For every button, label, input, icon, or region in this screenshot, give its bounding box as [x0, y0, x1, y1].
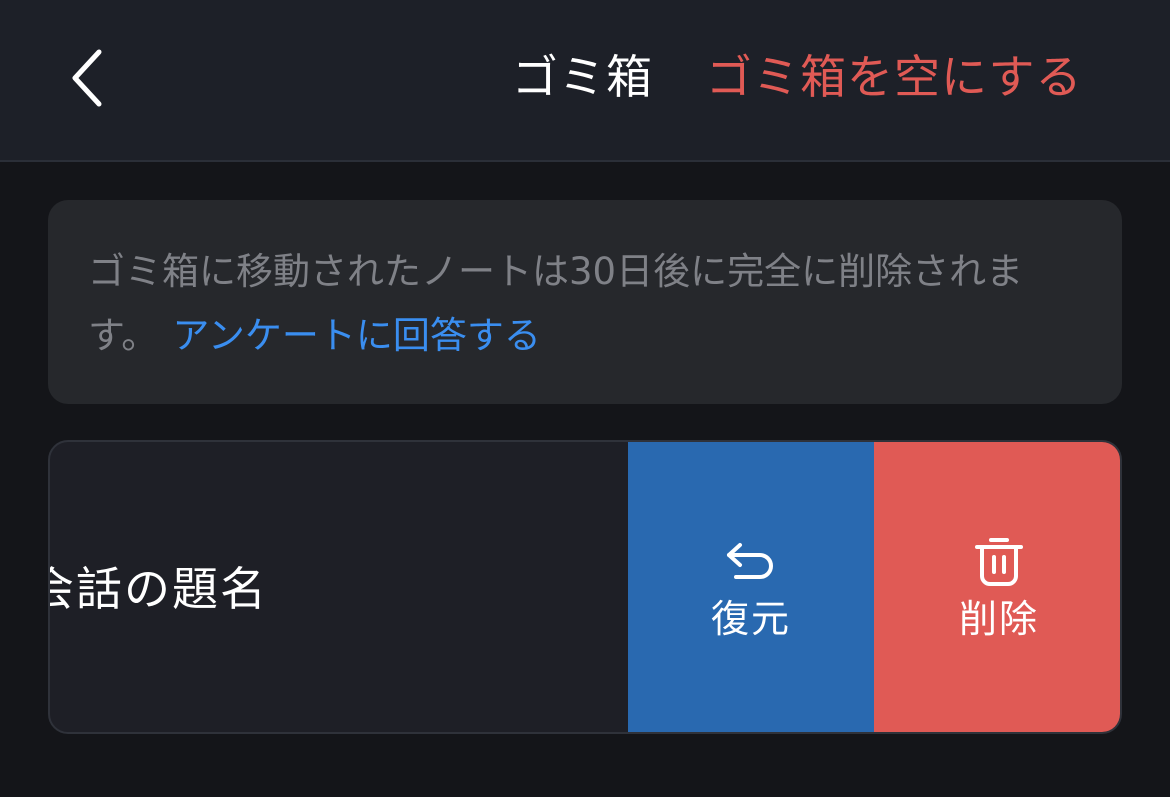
survey-link[interactable]: アンケートに回答する [172, 314, 541, 357]
restore-label: 復元 [710, 597, 791, 641]
chevron-left-icon [72, 49, 102, 107]
back-button[interactable] [52, 38, 122, 118]
trash-icon [969, 531, 1029, 591]
page-title: ゴミ箱 [512, 50, 653, 104]
undo-arrow-icon [721, 531, 781, 591]
empty-trash-button[interactable]: ゴミ箱を空にする [706, 42, 1082, 112]
restore-button[interactable]: 復元 [628, 442, 874, 732]
delete-button[interactable]: 削除 [874, 442, 1120, 732]
retention-notice: ゴミ箱に移動されたノートは30日後に完全に削除されます。 アンケートに回答する [48, 200, 1122, 404]
note-title: 会話の題名 [48, 562, 268, 616]
header-bar: ゴミ箱 ゴミ箱を空にする [0, 0, 1170, 162]
trash-screen: ゴミ箱 ゴミ箱を空にする ゴミ箱に移動されたノートは30日後に完全に削除されます… [0, 0, 1170, 797]
delete-label: 削除 [958, 597, 1039, 641]
trashed-note-row[interactable]: 会話の題名 復元 削除 [48, 440, 1122, 734]
